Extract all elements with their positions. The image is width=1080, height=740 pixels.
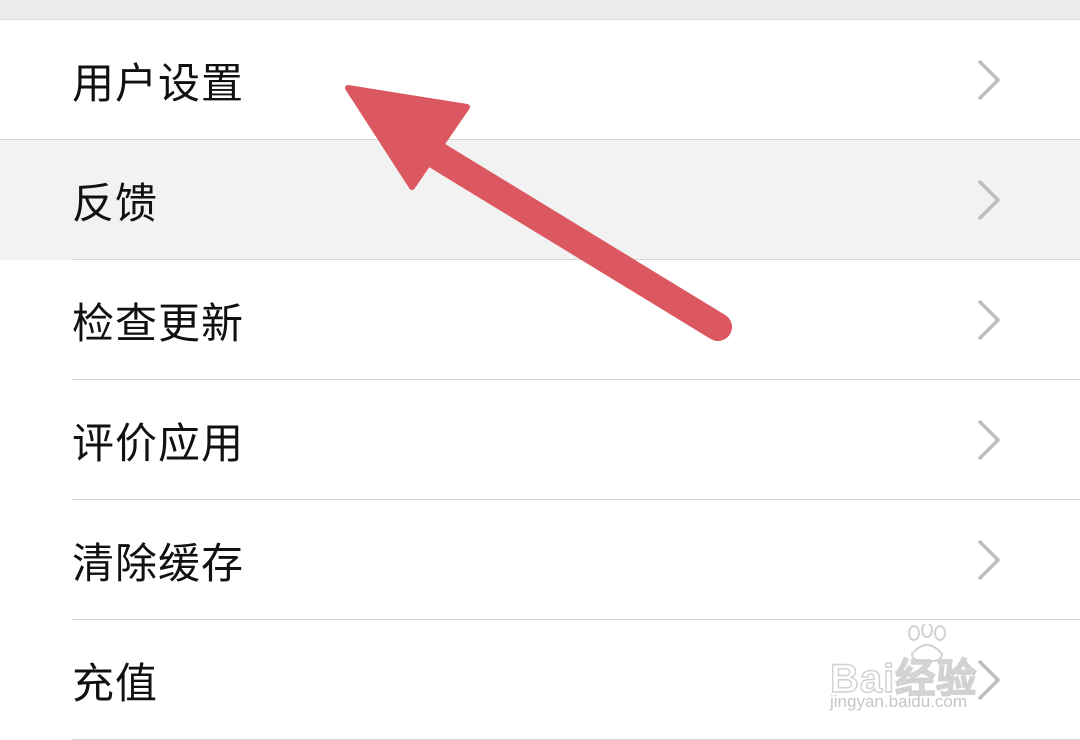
chevron-right-icon xyxy=(978,300,1000,340)
top-strip xyxy=(0,0,1080,20)
chevron-right-icon xyxy=(978,660,1000,700)
menu-item-user-settings[interactable]: 用户设置 xyxy=(0,20,1080,140)
menu-item-label: 评价应用 xyxy=(72,418,245,468)
chevron-right-icon xyxy=(978,420,1000,460)
menu-item-label: 用户设置 xyxy=(72,58,245,108)
menu-item-label: 充值 xyxy=(72,658,159,708)
settings-menu-list: 用户设置 反馈 检查更新 评价应用 清除缓存 充值 xyxy=(0,20,1080,740)
menu-item-clear-cache[interactable]: 清除缓存 xyxy=(0,500,1080,620)
menu-item-rate-app[interactable]: 评价应用 xyxy=(0,380,1080,500)
chevron-right-icon xyxy=(978,60,1000,100)
settings-screen: 用户设置 反馈 检查更新 评价应用 清除缓存 充值 Bai经验 jingyan.… xyxy=(0,0,1080,740)
chevron-right-icon xyxy=(978,540,1000,580)
chevron-right-icon xyxy=(978,180,1000,220)
menu-item-label: 反馈 xyxy=(72,178,159,228)
menu-item-label: 检查更新 xyxy=(72,298,245,348)
menu-item-recharge[interactable]: 充值 xyxy=(0,620,1080,740)
menu-item-feedback[interactable]: 反馈 xyxy=(0,140,1080,260)
menu-item-label: 清除缓存 xyxy=(72,538,245,588)
menu-item-check-update[interactable]: 检查更新 xyxy=(0,260,1080,380)
